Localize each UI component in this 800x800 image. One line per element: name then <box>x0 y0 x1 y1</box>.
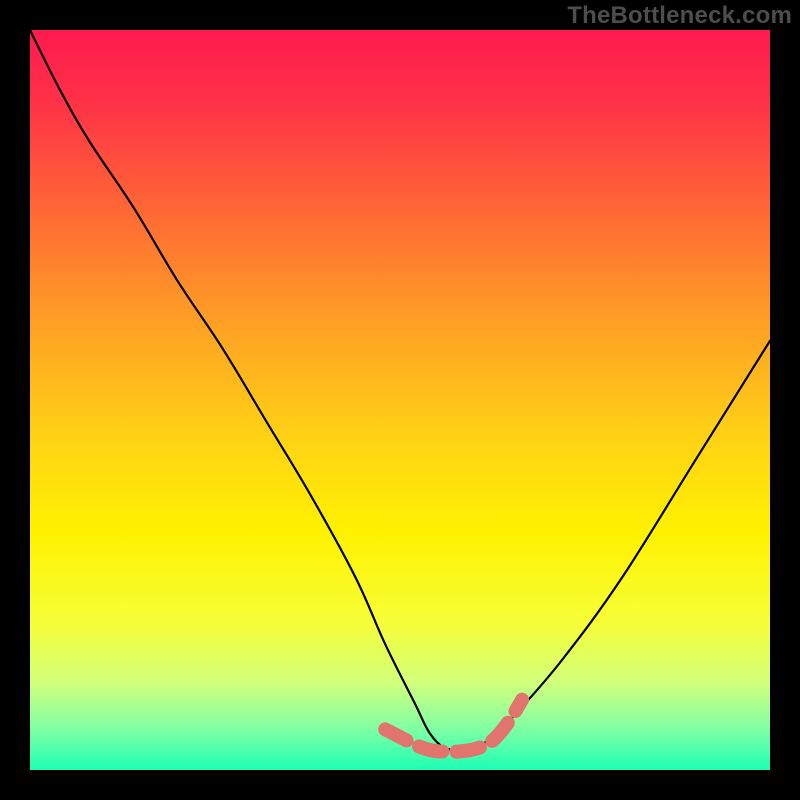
chart-svg <box>30 30 770 770</box>
plot-area <box>30 30 770 770</box>
watermark-text: TheBottleneck.com <box>567 2 792 30</box>
chart-frame: TheBottleneck.com <box>0 0 800 800</box>
gradient-background <box>30 30 770 770</box>
